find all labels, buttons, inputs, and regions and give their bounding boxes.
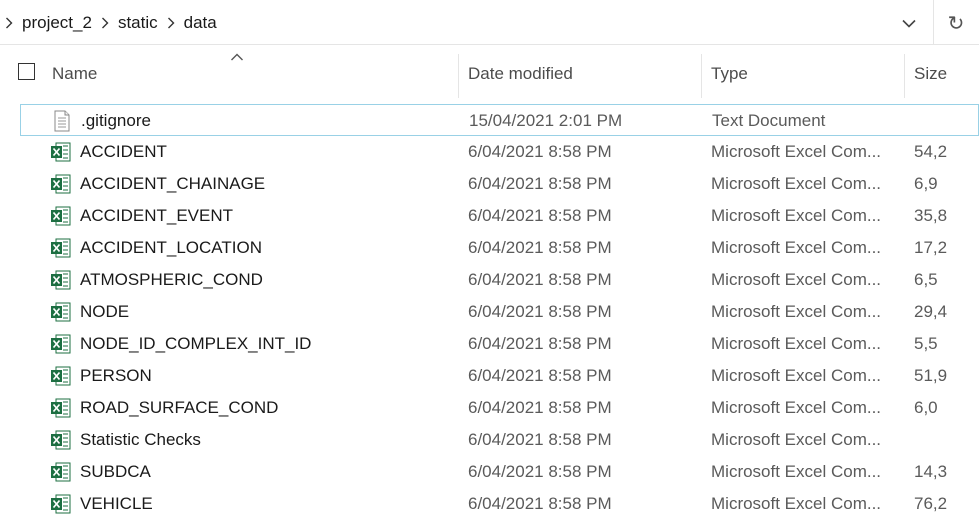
file-name: SUBDCA xyxy=(80,462,151,481)
column-divider[interactable] xyxy=(904,54,905,98)
file-row[interactable]: ACCIDENT_EVENT 6/04/2021 8:58 PM Microsoft… xyxy=(20,200,979,232)
file-row[interactable]: .gitignore 15/04/2021 2:01 PM Text Documen… xyxy=(20,104,979,136)
excel-file-icon xyxy=(50,493,72,515)
file-name: .gitignore xyxy=(81,111,151,130)
chevron-down-icon xyxy=(902,19,916,28)
file-date-modified: 6/04/2021 8:58 PM xyxy=(468,398,612,417)
file-size: 14,3 xyxy=(914,462,948,481)
file-type: Microsoft Excel Com... xyxy=(711,462,882,481)
file-size xyxy=(914,424,979,456)
file-row[interactable]: NODE 6/04/2021 8:58 PM Microsoft Excel Com… xyxy=(20,296,979,328)
file-type: Microsoft Excel Com... xyxy=(711,494,882,513)
address-bar: project_2 static data ↻ xyxy=(0,0,979,45)
file-row[interactable]: VEHICLE 6/04/2021 8:58 PM Microsoft Excel … xyxy=(20,488,979,520)
excel-file-icon xyxy=(50,429,72,451)
file-size: 6,9 xyxy=(914,174,938,193)
file-date-modified: 6/04/2021 8:58 PM xyxy=(468,366,612,385)
refresh-icon: ↻ xyxy=(947,12,965,35)
file-type: Microsoft Excel Com... xyxy=(711,430,882,449)
excel-file-icon xyxy=(50,205,72,227)
file-type: Microsoft Excel Com... xyxy=(711,270,882,289)
file-row[interactable]: SUBDCA 6/04/2021 8:58 PM Microsoft Excel C… xyxy=(20,456,979,488)
excel-file-icon xyxy=(50,397,72,419)
file-name: ACCIDENT_EVENT xyxy=(80,206,234,225)
file-size: 5,5 xyxy=(914,334,938,353)
file-date-modified: 6/04/2021 8:58 PM xyxy=(468,430,612,449)
text-file-icon xyxy=(51,110,73,132)
file-date-modified: 6/04/2021 8:58 PM xyxy=(468,462,612,481)
column-header-date-modified[interactable]: Date modified xyxy=(468,46,698,102)
excel-file-icon xyxy=(50,365,72,387)
file-type: Text Document xyxy=(712,111,826,130)
file-type: Microsoft Excel Com... xyxy=(711,206,882,225)
excel-file-icon xyxy=(50,461,72,483)
file-date-modified: 6/04/2021 8:58 PM xyxy=(468,238,612,257)
excel-file-icon xyxy=(50,141,72,163)
file-row[interactable]: ACCIDENT_LOCATION 6/04/2021 8:58 PM Micros… xyxy=(20,232,979,264)
file-name: NODE xyxy=(80,302,130,321)
breadcrumb: project_2 static data xyxy=(0,0,221,45)
file-type: Microsoft Excel Com... xyxy=(711,142,882,161)
file-name: PERSON xyxy=(80,366,152,385)
file-name: ACCIDENT_LOCATION xyxy=(80,238,262,257)
file-size: 54,2 xyxy=(914,142,948,161)
excel-file-icon xyxy=(50,333,72,355)
refresh-button[interactable]: ↻ xyxy=(940,7,972,39)
excel-file-icon xyxy=(50,301,72,323)
breadcrumb-item-project-2[interactable]: project_2 xyxy=(18,13,96,33)
file-date-modified: 6/04/2021 8:58 PM xyxy=(468,494,612,513)
file-name: ATMOSPHERIC_COND xyxy=(80,270,263,289)
file-name: ACCIDENT xyxy=(80,142,167,161)
column-divider[interactable] xyxy=(701,54,702,98)
address-divider xyxy=(933,0,934,45)
file-row[interactable]: ACCIDENT 6/04/2021 8:58 PM Microsoft Excel… xyxy=(20,136,979,168)
file-size: 6,0 xyxy=(914,398,938,417)
file-date-modified: 6/04/2021 8:58 PM xyxy=(468,142,612,161)
file-type: Microsoft Excel Com... xyxy=(711,302,882,321)
file-date-modified: 6/04/2021 8:58 PM xyxy=(468,334,612,353)
file-row[interactable]: PERSON 6/04/2021 8:58 PM Microsoft Excel C… xyxy=(20,360,979,392)
breadcrumb-item-data[interactable]: data xyxy=(180,13,221,33)
file-type: Microsoft Excel Com... xyxy=(711,174,882,193)
chevron-right-icon[interactable] xyxy=(0,17,18,29)
chevron-right-icon[interactable] xyxy=(96,17,114,29)
file-date-modified: 6/04/2021 8:58 PM xyxy=(468,174,612,193)
excel-file-icon xyxy=(50,173,72,195)
chevron-right-icon[interactable] xyxy=(162,17,180,29)
file-row[interactable]: ROAD_SURFACE_COND 6/04/2021 8:58 PM Micros… xyxy=(20,392,979,424)
file-row[interactable]: ACCIDENT_CHAINAGE 6/04/2021 8:58 PM Micros… xyxy=(20,168,979,200)
column-header-name[interactable]: Name xyxy=(52,46,457,102)
file-type: Microsoft Excel Com... xyxy=(711,334,882,353)
file-row[interactable]: NODE_ID_COMPLEX_INT_ID 6/04/2021 8:58 PM M… xyxy=(20,328,979,360)
file-size: 6,5 xyxy=(914,270,938,289)
excel-file-icon xyxy=(50,237,72,259)
file-name: NODE_ID_COMPLEX_INT_ID xyxy=(80,334,312,353)
file-date-modified: 6/04/2021 8:58 PM xyxy=(468,206,612,225)
excel-file-icon xyxy=(50,269,72,291)
file-name: Statistic Checks xyxy=(80,430,201,449)
file-name: ROAD_SURFACE_COND xyxy=(80,398,279,417)
file-type: Microsoft Excel Com... xyxy=(711,238,882,257)
file-type: Microsoft Excel Com... xyxy=(711,366,882,385)
column-header-type[interactable]: Type xyxy=(711,46,901,102)
breadcrumb-item-static[interactable]: static xyxy=(114,13,162,33)
file-row[interactable]: ATMOSPHERIC_COND 6/04/2021 8:58 PM Microso… xyxy=(20,264,979,296)
file-date-modified: 6/04/2021 8:58 PM xyxy=(468,270,612,289)
column-header-row: Name Date modified Type Size xyxy=(0,46,979,102)
file-size: 29,4 xyxy=(914,302,948,321)
file-name: VEHICLE xyxy=(80,494,153,513)
file-row[interactable]: Statistic Checks 6/04/2021 8:58 PM Microso… xyxy=(20,424,979,456)
column-header-size[interactable]: Size xyxy=(914,46,979,102)
column-divider[interactable] xyxy=(458,54,459,98)
file-name: ACCIDENT_CHAINAGE xyxy=(80,174,266,193)
file-size: 76,2 xyxy=(914,494,948,513)
file-size: 17,2 xyxy=(914,238,948,257)
file-type: Microsoft Excel Com... xyxy=(711,398,882,417)
file-size: 35,8 xyxy=(914,206,948,225)
file-date-modified: 15/04/2021 2:01 PM xyxy=(469,111,623,130)
file-date-modified: 6/04/2021 8:58 PM xyxy=(468,302,612,321)
file-size: 51,9 xyxy=(914,366,948,385)
file-size xyxy=(915,105,979,137)
address-dropdown-button[interactable] xyxy=(893,7,925,39)
